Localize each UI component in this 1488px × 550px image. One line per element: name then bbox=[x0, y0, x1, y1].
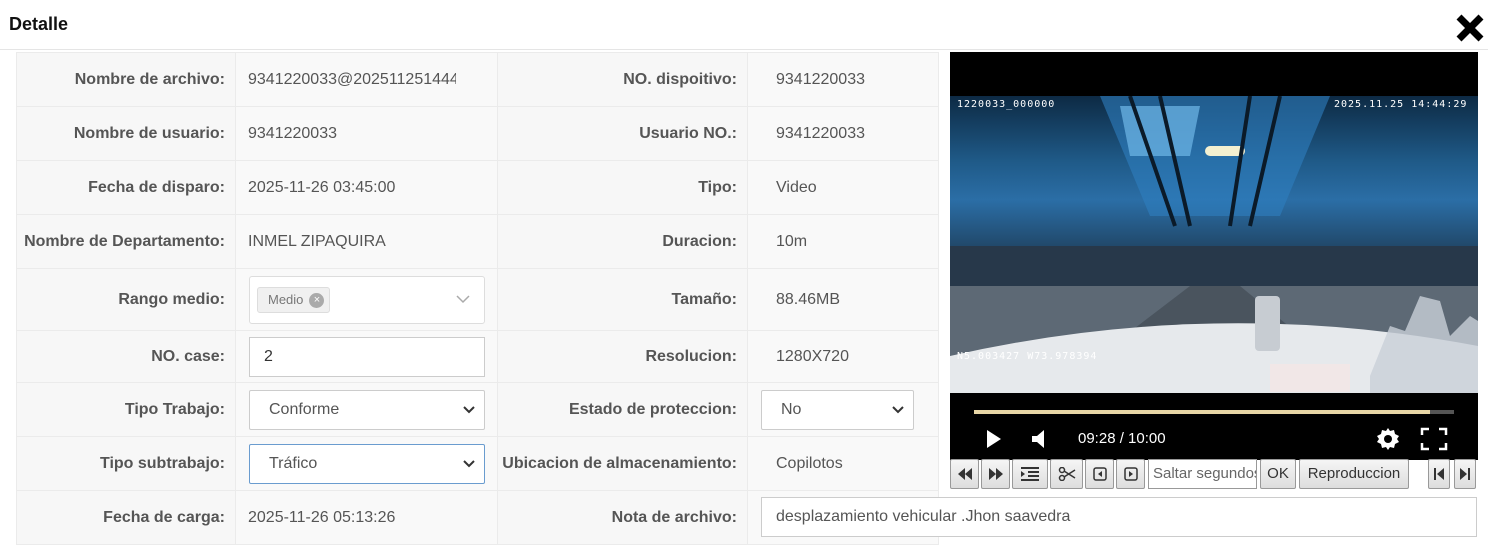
size-value: 88.46MB bbox=[747, 268, 939, 331]
media-range-select[interactable]: Medio × bbox=[249, 275, 485, 324]
file-note-label: Nota de archivo: bbox=[497, 490, 748, 545]
remove-tag-icon[interactable]: × bbox=[309, 292, 325, 308]
department-label: Nombre de Departamento: bbox=[16, 214, 236, 269]
media-range-tag: Medio × bbox=[257, 286, 331, 313]
osd-id: 1220033_000000 bbox=[957, 99, 1056, 110]
subtype-select[interactable]: Tráfico bbox=[249, 443, 485, 484]
size-label: Tamaño: bbox=[497, 268, 748, 331]
work-type-label: Tipo Trabajo: bbox=[16, 382, 236, 437]
gear-icon[interactable] bbox=[1376, 427, 1400, 456]
device-no-value: 9341220033 bbox=[747, 52, 939, 107]
osd-datetime: 2025.11.25 14:44:29 bbox=[1334, 99, 1468, 110]
table-row: Nombre de usuario: 9341220033 Usuario NO… bbox=[16, 106, 939, 161]
ok-button[interactable]: OK bbox=[1260, 459, 1296, 489]
progress-fill bbox=[974, 410, 1430, 414]
osd-gps: N5.003427 W73.978394 bbox=[957, 351, 1098, 362]
upload-date-value: 2025-11-26 05:13:26 bbox=[235, 490, 498, 545]
trigger-date-value: 2025-11-26 03:45:00 bbox=[235, 160, 498, 215]
rewind-icon[interactable] bbox=[950, 459, 979, 489]
table-row: Fecha de carga: 2025-11-26 05:13:26 Nota… bbox=[16, 490, 1477, 545]
close-icon[interactable] bbox=[1452, 10, 1488, 46]
duration-label: Duracion: bbox=[497, 214, 748, 269]
fullscreen-icon[interactable] bbox=[1420, 427, 1448, 456]
file-note-input[interactable]: desplazamiento vehicular .Jhon saavedra bbox=[761, 497, 1477, 537]
fast-forward-icon[interactable] bbox=[981, 459, 1010, 489]
player-controls: 09:28 / 10:00 bbox=[950, 424, 1478, 454]
media-range-label: Rango medio: bbox=[16, 268, 236, 331]
case-no-label: NO. case: bbox=[16, 330, 236, 383]
table-row: Nombre de Departamento: INMEL ZIPAQUIRA … bbox=[16, 214, 939, 269]
type-label: Tipo: bbox=[497, 160, 748, 215]
upload-date-label: Fecha de carga: bbox=[16, 490, 236, 545]
protection-label: Estado de proteccion: bbox=[497, 382, 748, 437]
dialog-header: Detalle bbox=[0, 0, 1488, 50]
username-label: Nombre de usuario: bbox=[16, 106, 236, 161]
chevron-down-icon bbox=[462, 445, 476, 490]
video-player[interactable]: 1220033_000000 2025.11.25 14:44:29 N5.00… bbox=[950, 52, 1478, 460]
trigger-date-label: Fecha de disparo: bbox=[16, 160, 236, 215]
video-scene bbox=[950, 96, 1478, 393]
playback-button[interactable]: Reproduccion bbox=[1299, 459, 1409, 489]
detail-table: Nombre de archivo: 9341220033@2025112514… bbox=[16, 52, 1477, 545]
resolution-value: 1280X720 bbox=[747, 330, 939, 383]
chevron-down-icon bbox=[456, 293, 470, 307]
duration-value: 10m bbox=[747, 214, 939, 269]
user-no-value: 9341220033 bbox=[747, 106, 939, 161]
subtype-label: Tipo subtrabajo: bbox=[16, 436, 236, 491]
list-icon[interactable] bbox=[1012, 459, 1048, 489]
storage-location-label: Ubicacion de almacenamiento: bbox=[497, 436, 748, 491]
chevron-down-icon bbox=[891, 391, 905, 436]
seek-seconds-input[interactable]: Saltar segundos bbox=[1148, 459, 1257, 489]
work-type-select[interactable]: Conforme bbox=[249, 389, 485, 430]
protection-select[interactable]: No bbox=[761, 389, 914, 430]
table-row: Rango medio: Medio × Tamaño: 88.46MB bbox=[16, 268, 939, 331]
table-row: Fecha de disparo: 2025-11-26 03:45:00 Ti… bbox=[16, 160, 939, 215]
skip-end-icon[interactable] bbox=[1454, 459, 1476, 489]
scissors-icon[interactable] bbox=[1050, 459, 1083, 489]
filename-value: 9341220033@20251125144429 bbox=[235, 52, 498, 107]
user-no-label: Usuario NO.: bbox=[497, 106, 748, 161]
dialog-title: Detalle bbox=[9, 14, 69, 34]
play-icon[interactable] bbox=[985, 428, 1003, 455]
frame-forward-icon[interactable] bbox=[1116, 459, 1145, 489]
storage-location-value: Copilotos bbox=[747, 436, 939, 491]
frame-back-icon[interactable] bbox=[1085, 459, 1114, 489]
player-toolbar: Saltar segundos OK Reproduccion bbox=[950, 459, 1478, 489]
progress-bar[interactable] bbox=[974, 410, 1454, 414]
time-display: 09:28 / 10:00 bbox=[1078, 430, 1166, 447]
department-value: INMEL ZIPAQUIRA bbox=[235, 214, 498, 269]
table-row: Nombre de archivo: 9341220033@2025112514… bbox=[16, 52, 939, 107]
username-value: 9341220033 bbox=[235, 106, 498, 161]
type-value: Video bbox=[747, 160, 939, 215]
table-row: Tipo subtrabajo: Tráfico Ubicacion de al… bbox=[16, 436, 939, 491]
case-no-input[interactable]: 2 bbox=[249, 336, 485, 377]
chevron-down-icon bbox=[462, 391, 476, 436]
filename-label: Nombre de archivo: bbox=[16, 52, 236, 107]
device-no-label: NO. dispoitivo: bbox=[497, 52, 748, 107]
video-frame[interactable]: 1220033_000000 2025.11.25 14:44:29 N5.00… bbox=[950, 96, 1478, 393]
volume-icon[interactable] bbox=[1030, 428, 1048, 455]
skip-start-icon[interactable] bbox=[1428, 459, 1450, 489]
table-row: Tipo Trabajo: Conforme Estado de protecc… bbox=[16, 382, 939, 437]
resolution-label: Resolucion: bbox=[497, 330, 748, 383]
table-row: NO. case: 2 Resolucion: 1280X720 bbox=[16, 330, 939, 383]
